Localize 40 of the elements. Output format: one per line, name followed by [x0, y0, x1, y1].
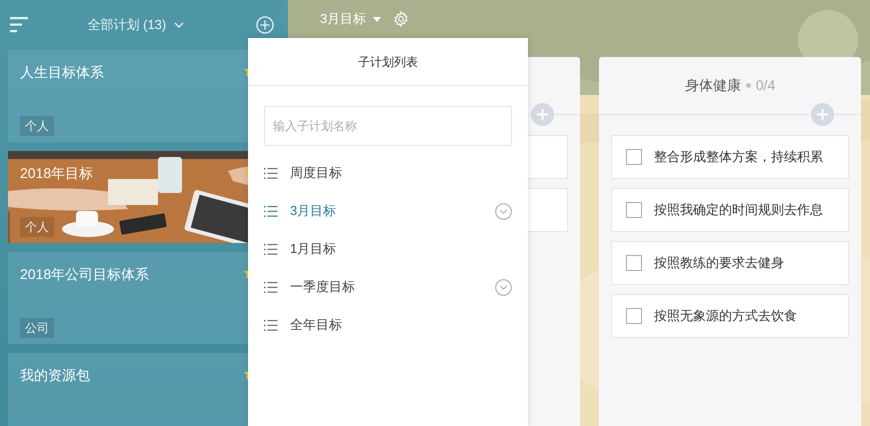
chevron-circle-icon[interactable] — [495, 202, 512, 220]
add-icon[interactable] — [256, 16, 274, 34]
plan-title: 我的资源包 — [20, 366, 90, 385]
checkbox[interactable] — [626, 255, 642, 271]
plan-tag: 个人 — [20, 217, 54, 237]
plan-tag: 公司 — [20, 318, 54, 338]
task-card[interactable]: 整合形成整体方案，持续积累 — [611, 135, 849, 179]
plus-icon — [537, 109, 548, 120]
plus-icon — [817, 109, 828, 120]
list-icon — [264, 320, 278, 330]
task-card[interactable]: 按照教练的要求去健身 — [611, 241, 849, 285]
plan-title: 2018年公司目标体系 — [20, 265, 150, 284]
task-text: 整合形成整体方案，持续积累 — [654, 148, 823, 166]
checkbox[interactable] — [626, 202, 642, 218]
subplan-name-input[interactable]: 输入子计划名称 — [264, 106, 512, 146]
panel-title: 子计划列表 — [358, 54, 418, 70]
column-title: 身体健康 — [684, 76, 741, 95]
chevron-down-icon — [174, 22, 184, 28]
add-task-button[interactable] — [531, 103, 554, 126]
menu-icon[interactable] — [10, 17, 30, 33]
chevron-circle-icon[interactable] — [495, 278, 512, 296]
task-text: 按照我确定的时间规则去作息 — [654, 201, 823, 220]
task-card[interactable]: 按照无象源的方式去饮食 — [611, 294, 849, 338]
checkbox[interactable] — [626, 308, 642, 324]
add-task-button[interactable] — [811, 103, 834, 126]
list-icon — [264, 168, 278, 178]
task-card[interactable]: 按照我确定的时间规则去作息 — [611, 188, 849, 232]
list-icon — [264, 206, 278, 216]
checkbox[interactable] — [626, 149, 642, 165]
plan-title: 2018年目标 — [20, 164, 94, 183]
dot-separator — [746, 83, 751, 88]
caret-icon — [373, 16, 382, 22]
settings-icon[interactable] — [393, 11, 410, 27]
plan-tag: 个人 — [20, 116, 54, 136]
list-icon — [264, 282, 278, 292]
task-count: 0/4 — [756, 76, 776, 95]
task-text: 按照无象源的方式去饮食 — [654, 307, 797, 326]
list-icon — [264, 244, 278, 254]
plan-title: 人生目标体系 — [20, 63, 104, 82]
task-text: 按照教练的要求去健身 — [654, 254, 784, 272]
